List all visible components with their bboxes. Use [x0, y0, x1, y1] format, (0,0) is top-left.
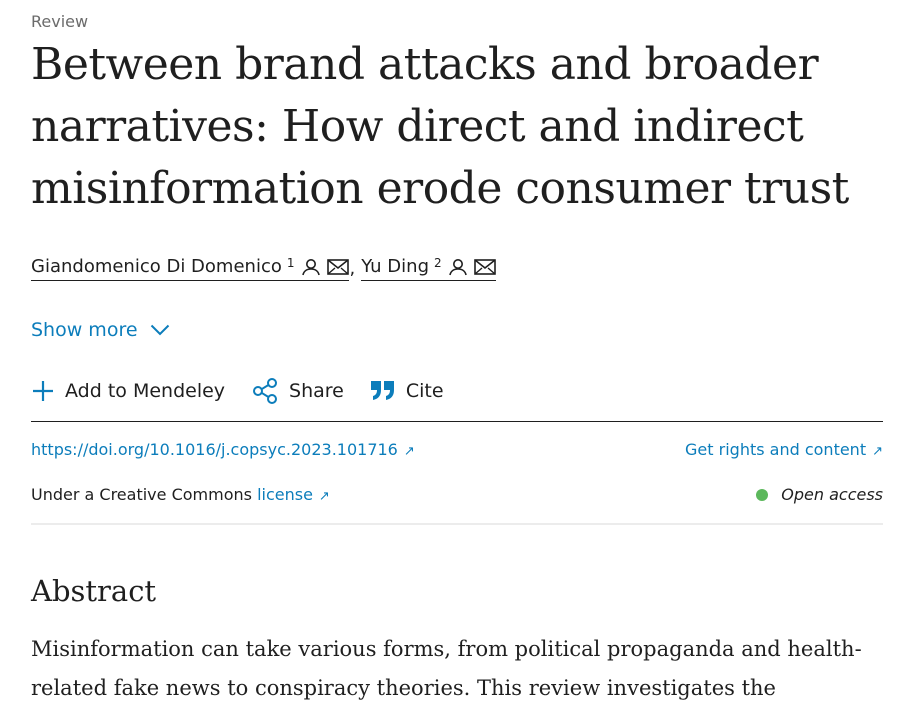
article-type-label: Review — [31, 12, 89, 31]
quote-icon — [370, 380, 396, 402]
share-icon — [251, 377, 279, 405]
chevron-down-icon — [150, 324, 170, 336]
abstract-text: Misinformation can take various forms, f… — [31, 637, 862, 700]
author-list: Giandomenico Di Domenico 1 , Yu Ding 2 — [31, 256, 496, 281]
person-icon — [301, 258, 321, 276]
get-rights-label: Get rights and content — [685, 440, 867, 459]
plus-icon — [31, 379, 55, 403]
cite-label: Cite — [405, 380, 444, 402]
open-access-badge: Open access — [756, 485, 883, 504]
article-actions: Add to Mendeley Share Cite — [31, 377, 470, 405]
author-separator: , — [349, 258, 356, 279]
author-affiliation-sup: 1 — [286, 255, 295, 270]
author-name: Yu Ding — [361, 256, 429, 277]
external-link-icon: ↗ — [318, 489, 330, 504]
article-title: Between brand attacks and broader narrat… — [31, 39, 849, 214]
author-name: Giandomenico Di Domenico — [31, 256, 282, 277]
doi-text: https://doi.org/10.1016/j.copsyc.2023.10… — [31, 440, 398, 459]
external-link-icon: ↗ — [872, 444, 883, 459]
get-rights-link[interactable]: Get rights and content ↗ — [685, 440, 883, 459]
person-icon — [448, 258, 468, 276]
license-info: Under a Creative Commons license ↗ — [31, 485, 330, 504]
show-more-button[interactable]: Show more — [31, 319, 170, 341]
external-link-icon: ↗ — [403, 444, 415, 459]
envelope-icon — [326, 258, 349, 275]
section-divider — [31, 523, 883, 525]
cite-button[interactable]: Cite — [370, 380, 444, 402]
share-button[interactable]: Share — [251, 377, 344, 405]
author-link-1[interactable]: Giandomenico Di Domenico 1 — [31, 256, 349, 281]
share-label: Share — [289, 380, 344, 402]
open-access-label: Open access — [781, 485, 883, 504]
author-affiliation-sup: 2 — [434, 255, 442, 270]
license-link-label: license — [257, 485, 313, 504]
author-link-2[interactable]: Yu Ding 2 — [361, 255, 496, 281]
add-to-mendeley-button[interactable]: Add to Mendeley — [31, 379, 225, 403]
license-link[interactable]: license ↗ — [257, 485, 330, 504]
license-prefix: Under a Creative Commons — [31, 485, 252, 504]
envelope-icon — [473, 258, 496, 275]
doi-link[interactable]: https://doi.org/10.1016/j.copsyc.2023.10… — [31, 440, 415, 459]
open-access-dot-icon — [756, 488, 769, 501]
divider — [31, 421, 883, 422]
abstract-heading: Abstract — [31, 574, 157, 608]
add-to-mendeley-label: Add to Mendeley — [65, 380, 226, 402]
show-more-label: Show more — [31, 319, 138, 341]
